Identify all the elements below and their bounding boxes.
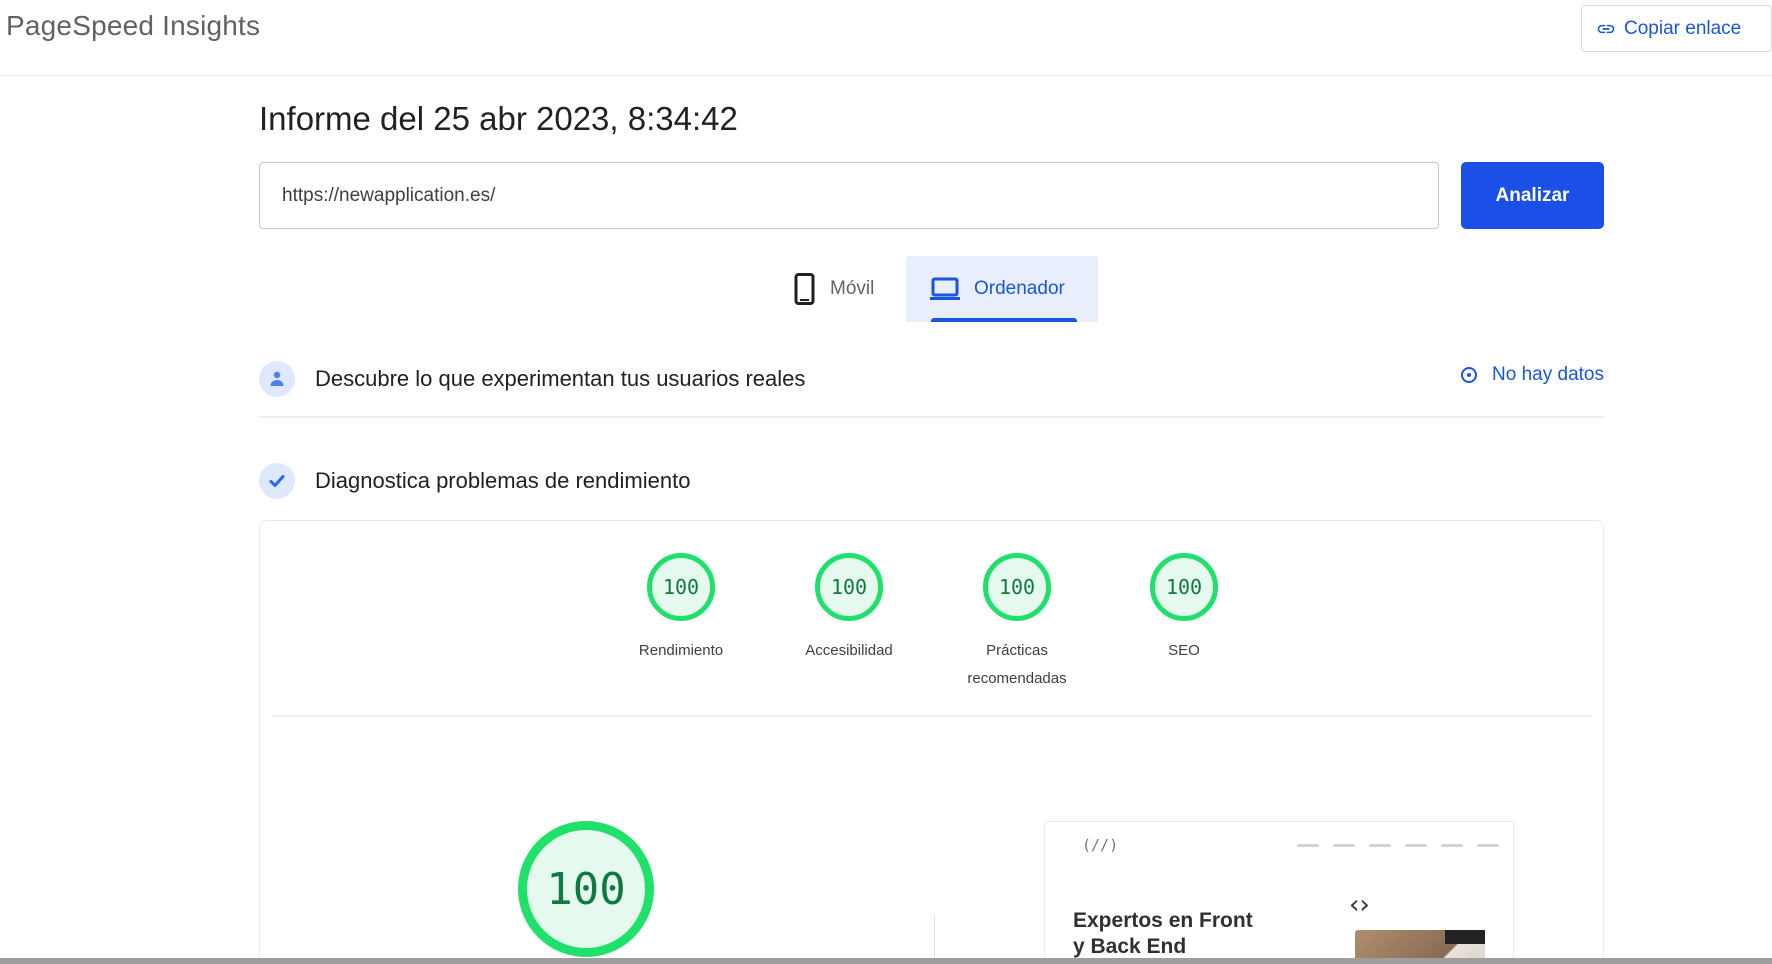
phone-icon <box>794 273 815 305</box>
tab-desktop[interactable]: Ordenador <box>906 256 1098 322</box>
column-divider <box>934 914 935 964</box>
tab-desktop-label: Ordenador <box>974 278 1065 299</box>
lab-data-section: Diagnostica problemas de rendimiento <box>259 458 1604 504</box>
gauge-value: 100 <box>1150 553 1218 621</box>
gauge-seo[interactable]: 100 SEO <box>1119 553 1249 665</box>
copy-link-label: Copiar enlace <box>1624 17 1742 39</box>
code-icon: ‹› <box>1349 890 1370 920</box>
top-bar: PageSpeed Insights Copiar enlace <box>0 0 1772 76</box>
laptop-icon <box>930 277 960 300</box>
field-data-section[interactable]: Descubre lo que experimentan tus usuario… <box>259 354 1604 404</box>
no-data-label: No hay datos <box>1492 364 1604 385</box>
app-title[interactable]: PageSpeed Insights <box>6 10 260 42</box>
report-title: Informe del 25 abr 2023, 8:34:42 <box>259 100 738 137</box>
card-divider <box>272 715 1592 717</box>
preview-nav <box>1297 844 1499 847</box>
window-bottom-edge <box>0 958 1772 964</box>
gauge-label: Prácticas recomendadas <box>967 642 1067 687</box>
lab-data-title: Diagnostica problemas de rendimiento <box>315 468 691 493</box>
gauge-best-practices[interactable]: 100 Prácticas recomendadas <box>952 553 1082 693</box>
tab-selected-indicator <box>931 318 1077 322</box>
gauge-performance[interactable]: 100 Rendimiento <box>616 553 746 665</box>
copy-link-button[interactable]: Copiar enlace <box>1581 5 1772 52</box>
preview-headline: Expertos en Front y Back End <box>1073 909 1253 958</box>
analyze-button[interactable]: Analizar <box>1461 162 1604 229</box>
url-input[interactable] <box>259 162 1439 229</box>
preview-logo: (//) <box>1082 836 1119 854</box>
scores-card: 100 Rendimiento 100 Accesibilidad 100 Pr… <box>259 520 1604 964</box>
page-screenshot-preview: (//) Expertos en Front y Back End ‹› <box>1044 821 1514 964</box>
performance-score-gauge: 100 <box>518 821 654 957</box>
gauge-value: 100 <box>647 553 715 621</box>
gauge-value: 100 <box>815 553 883 621</box>
gauge-value: 100 <box>983 553 1051 621</box>
gauge-accessibility[interactable]: 100 Accesibilidad <box>784 553 914 665</box>
gauge-label: SEO <box>1168 642 1200 659</box>
info-icon <box>1461 367 1478 383</box>
link-icon <box>1597 24 1615 33</box>
diagnostics-icon <box>259 463 295 499</box>
tab-mobile[interactable]: Móvil <box>780 256 900 322</box>
tab-mobile-label: Móvil <box>830 278 875 299</box>
field-data-title: Descubre lo que experimentan tus usuario… <box>315 366 806 391</box>
users-icon <box>259 361 295 397</box>
score-gauges: 100 Rendimiento 100 Accesibilidad 100 Pr… <box>260 553 1605 693</box>
no-data-status[interactable]: No hay datos <box>1460 364 1604 386</box>
gauge-label: Accesibilidad <box>805 642 893 659</box>
section-divider <box>259 416 1604 418</box>
gauge-label: Rendimiento <box>638 642 724 659</box>
